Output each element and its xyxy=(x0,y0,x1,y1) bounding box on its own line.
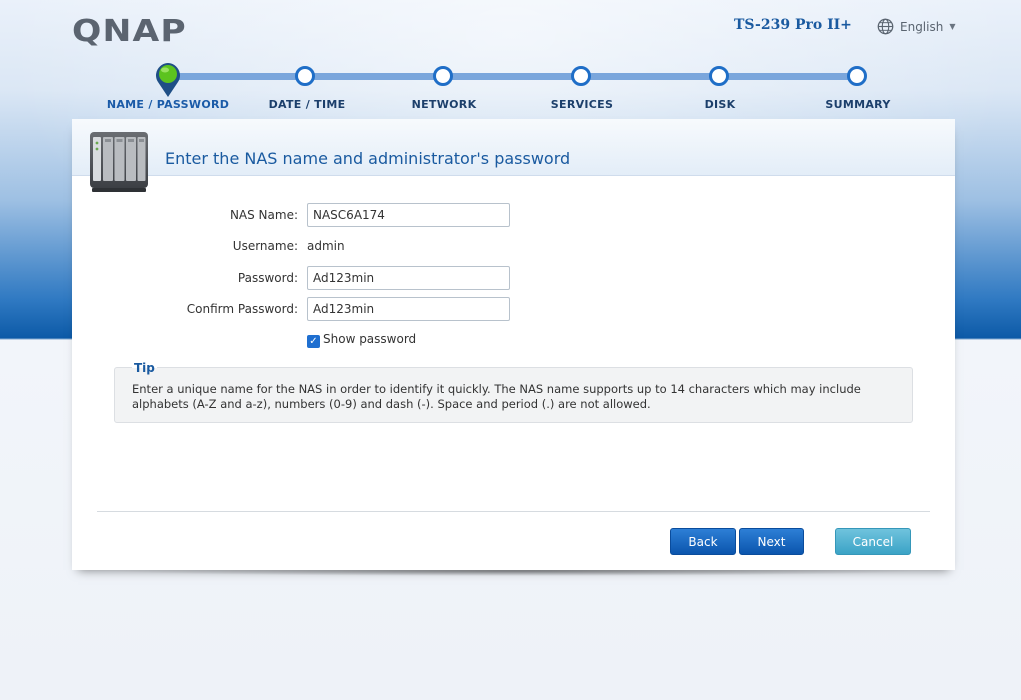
language-label: English xyxy=(900,19,944,34)
password-label: Password: xyxy=(237,271,298,285)
username-label: Username: xyxy=(232,239,298,253)
step-label-network: NETWORK xyxy=(411,98,477,111)
stepper-track xyxy=(168,73,858,80)
confirm-password-input[interactable] xyxy=(307,297,510,321)
nas-name-input[interactable] xyxy=(307,203,510,227)
show-password-checkbox[interactable]: ✓ xyxy=(307,335,320,348)
nas-device-icon xyxy=(90,132,148,192)
qnap-logo: QNAP xyxy=(72,14,187,49)
back-button[interactable]: Back xyxy=(670,528,736,555)
step-label-name-password: NAME / PASSWORD xyxy=(106,98,230,111)
tip-title: Tip xyxy=(132,361,157,375)
next-button[interactable]: Next xyxy=(739,528,804,555)
step-dot-disk xyxy=(709,66,729,86)
footer-divider xyxy=(97,511,930,512)
tip-text-line-2: alphabets (A-Z and a-z), numbers (0-9) a… xyxy=(132,397,651,411)
page-title: Enter the NAS name and administrator's p… xyxy=(165,149,571,168)
show-password-label[interactable]: Show password xyxy=(323,332,416,346)
tip-text-line-1: Enter a unique name for the NAS in order… xyxy=(132,382,861,396)
confirm-password-label: Confirm Password: xyxy=(186,302,298,316)
step-dot-network xyxy=(433,66,453,86)
model-name: TS-239 Pro II+ xyxy=(734,17,852,33)
step-label-disk: DISK xyxy=(704,98,736,111)
language-selector[interactable]: English ▼ xyxy=(877,18,956,35)
nas-name-label: NAS Name: xyxy=(229,208,298,222)
chevron-down-icon: ▼ xyxy=(949,22,956,31)
step-dot-services xyxy=(571,66,591,86)
username-value: admin xyxy=(307,239,345,253)
globe-icon xyxy=(877,18,894,35)
step-label-services: SERVICES xyxy=(550,98,614,111)
step-label-date-time: DATE / TIME xyxy=(268,98,346,111)
step-label-summary: SUMMARY xyxy=(825,98,891,111)
step-dot-date-time xyxy=(295,66,315,86)
cancel-button[interactable]: Cancel xyxy=(835,528,911,555)
step-dot-summary xyxy=(847,66,867,86)
tip-text: Enter a unique name for the NAS in order… xyxy=(132,382,892,412)
password-input[interactable] xyxy=(307,266,510,290)
step-active-marker-icon xyxy=(156,63,180,97)
wizard-panel: Enter the NAS name and administrator's p… xyxy=(72,119,955,570)
